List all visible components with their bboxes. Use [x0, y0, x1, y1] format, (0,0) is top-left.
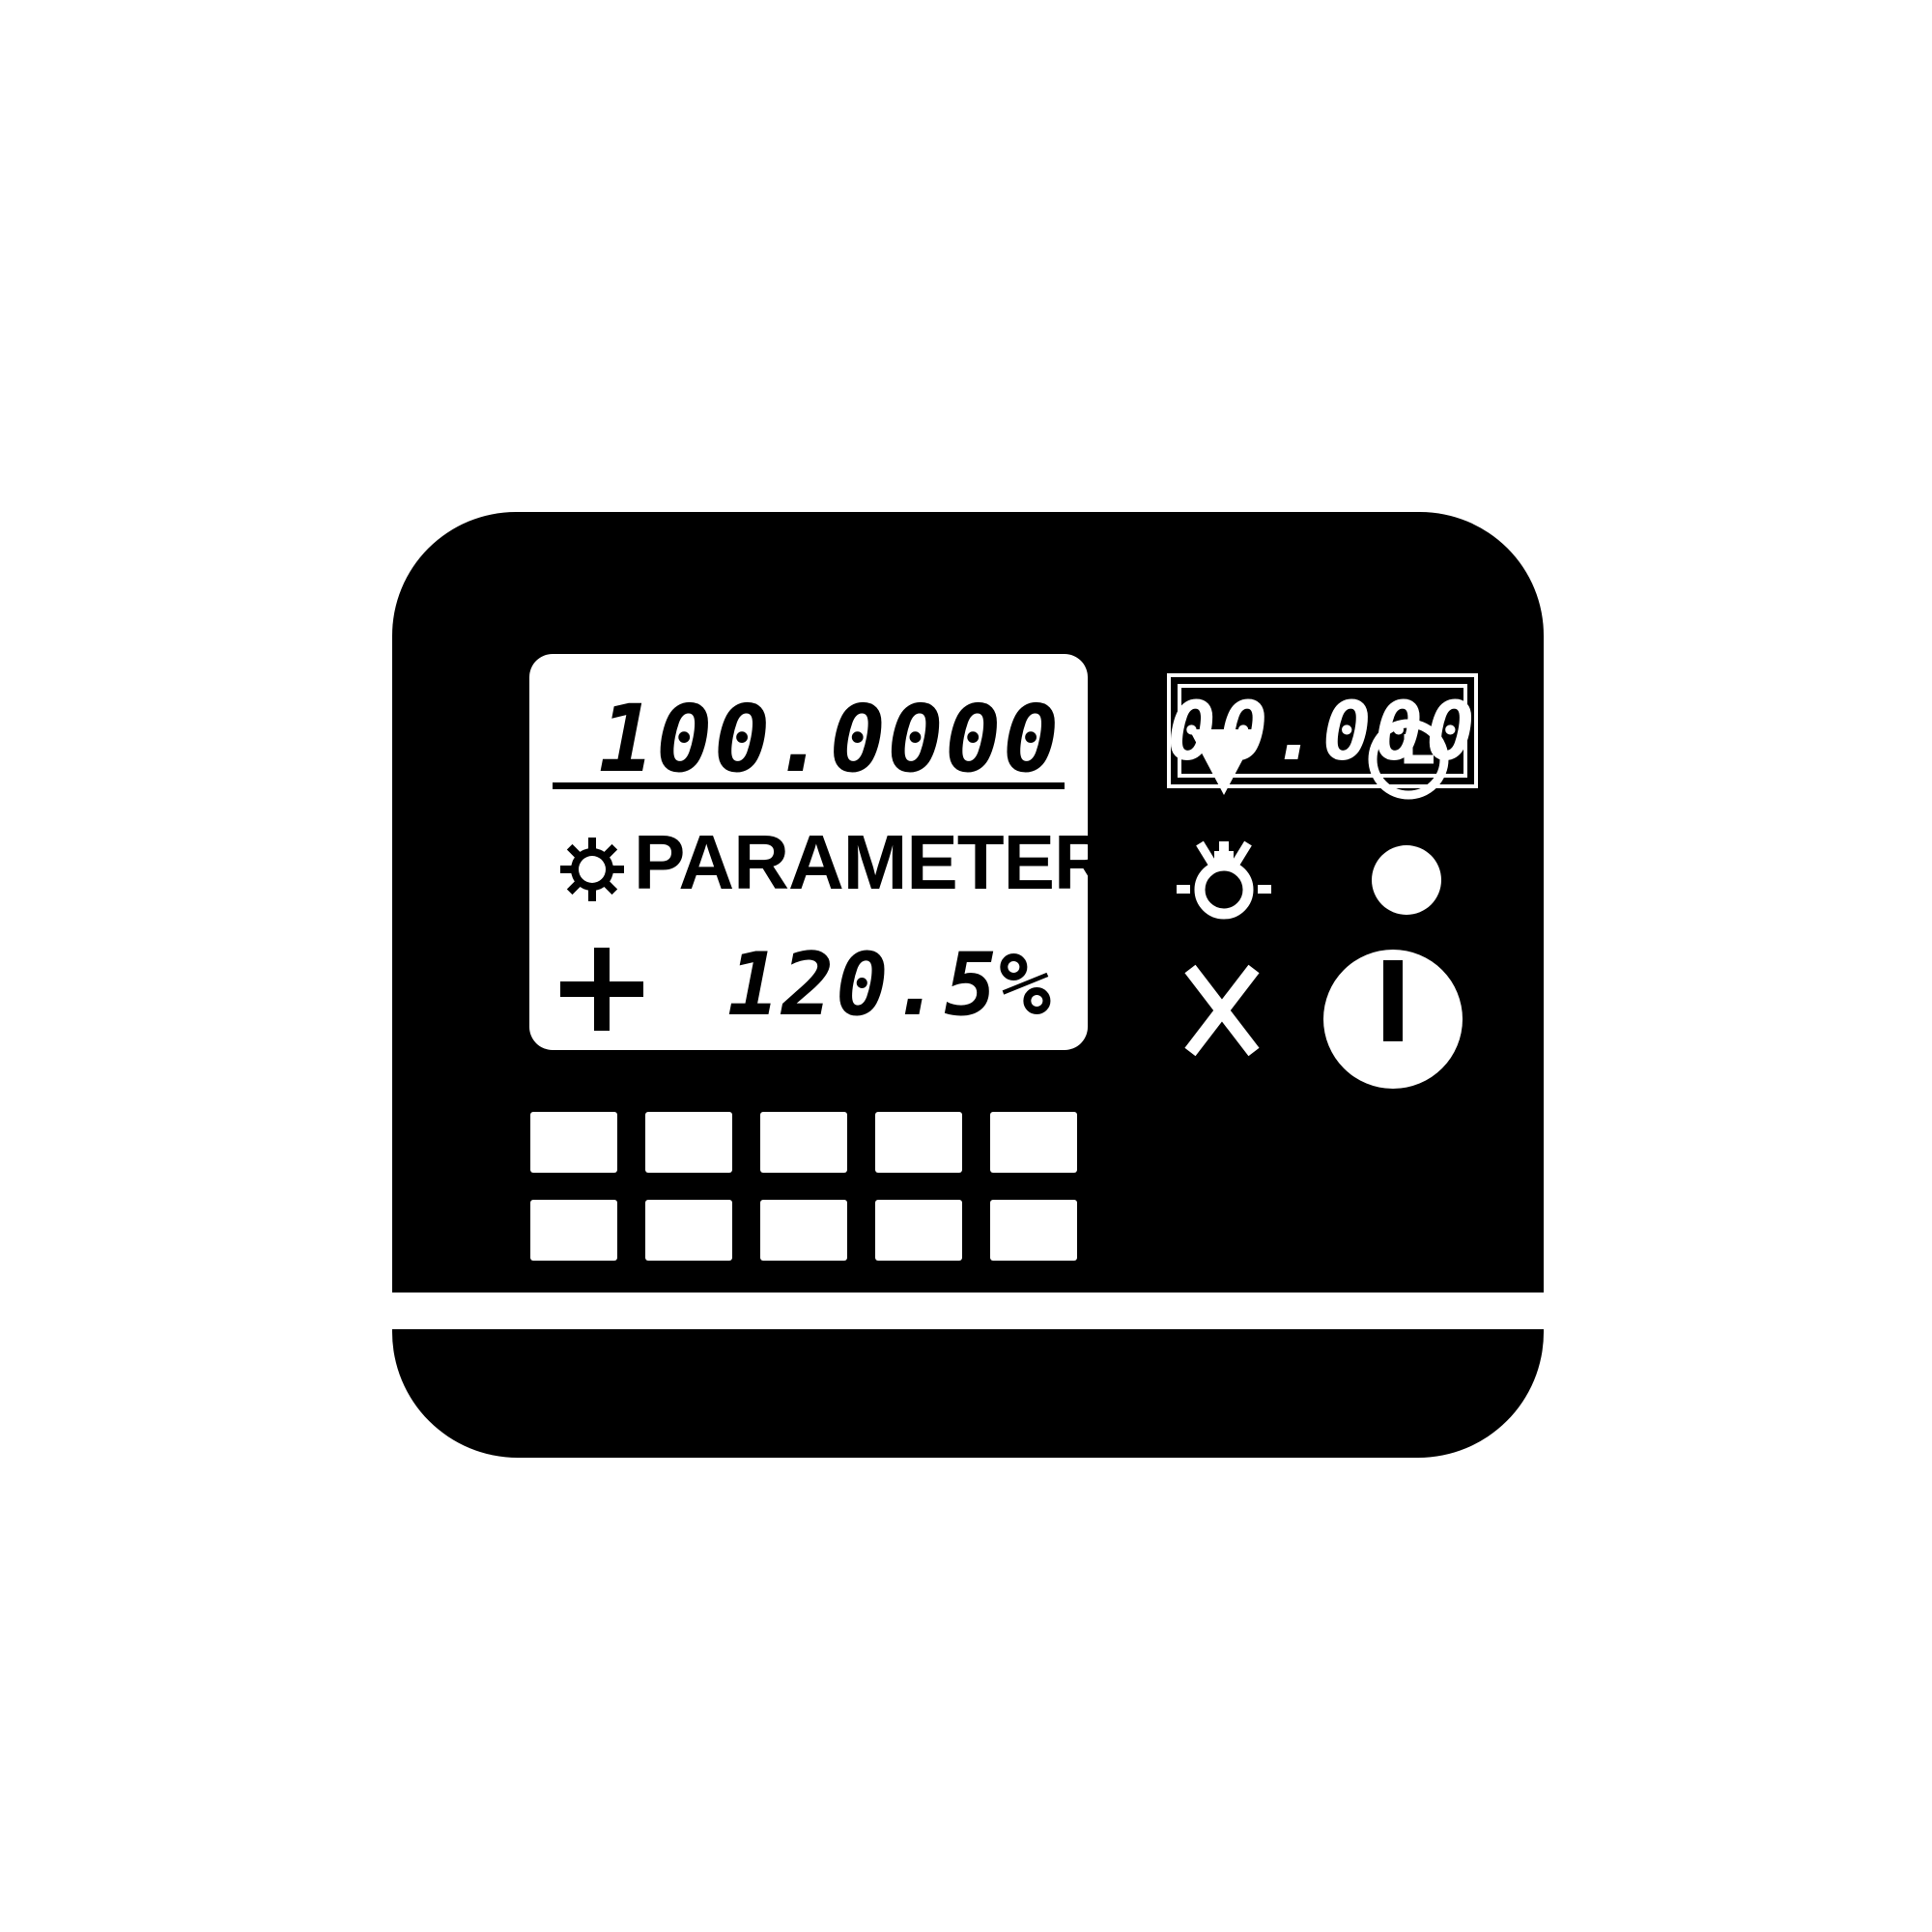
keypad-key[interactable] [530, 1200, 617, 1261]
keypad-key[interactable] [645, 1112, 732, 1173]
parameter-label: PARAMETER [634, 819, 1110, 905]
wrench-icon[interactable] [1177, 838, 1271, 923]
down-arrow-icon[interactable] [1187, 727, 1261, 799]
power-icon[interactable] [1322, 949, 1463, 1090]
control-panel-device: 100.0000 PARAMETER 120.5% 00.000 [392, 512, 1544, 1458]
keypad-key[interactable] [990, 1112, 1077, 1173]
keypad-key[interactable] [760, 1200, 847, 1261]
device-base [392, 1329, 1544, 1458]
lcd-display: 100.0000 PARAMETER 120.5% [529, 654, 1110, 1050]
keypad-key[interactable] [875, 1200, 962, 1261]
timer-icon[interactable] [1366, 717, 1451, 802]
keypad-key[interactable] [760, 1112, 847, 1173]
device-body: 100.0000 PARAMETER 120.5% 00.000 [392, 512, 1544, 1293]
gear-icon [560, 838, 624, 901]
keypad-key[interactable] [990, 1200, 1077, 1261]
dot-icon[interactable] [1370, 843, 1443, 917]
display-divider [553, 782, 1065, 789]
plus-icon [560, 948, 643, 1031]
main-readout: 100.0000 [598, 685, 1061, 793]
close-icon[interactable] [1182, 963, 1262, 1058]
keypad-key[interactable] [530, 1112, 617, 1173]
percent-readout: 120.5% [726, 934, 1053, 1036]
keypad-key[interactable] [645, 1200, 732, 1261]
keypad-key[interactable] [875, 1112, 962, 1173]
